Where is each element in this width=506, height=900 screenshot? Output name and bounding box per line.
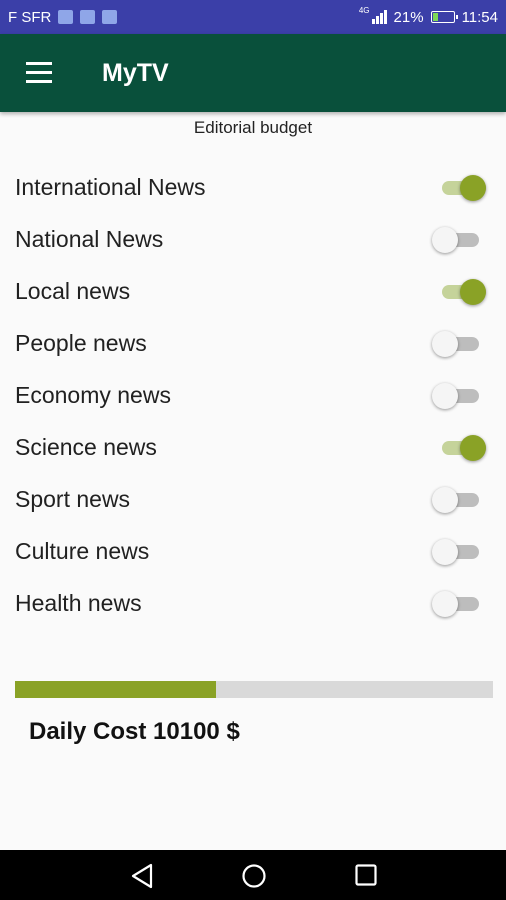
toggle-switch[interactable] <box>432 538 488 566</box>
back-icon[interactable] <box>130 863 154 889</box>
app-title: MyTV <box>102 59 169 87</box>
toggle-label: Health news <box>15 590 142 616</box>
toggle-switch[interactable] <box>432 226 488 254</box>
toggle-switch[interactable] <box>432 278 488 306</box>
toggle-switch[interactable] <box>432 382 488 410</box>
toggle-label: National News <box>15 226 164 252</box>
notification-icon <box>102 10 118 24</box>
battery-icon <box>430 11 458 23</box>
app-bar: MyTV <box>0 34 506 112</box>
toggle-row[interactable]: National News <box>0 214 506 266</box>
hamburger-menu-icon[interactable] <box>26 62 54 84</box>
toggle-label: Culture news <box>15 538 150 564</box>
toggle-switch[interactable] <box>432 486 488 514</box>
toggle-row[interactable]: Science news <box>0 422 506 474</box>
toggle-row[interactable]: Health news <box>0 578 506 630</box>
navigation-bar <box>0 850 506 900</box>
notification-icon <box>58 10 74 24</box>
toggle-label: Local news <box>15 278 131 304</box>
toggle-switch[interactable] <box>432 330 488 358</box>
toggle-row[interactable]: International News <box>0 162 506 214</box>
toggle-label: Science news <box>15 434 157 460</box>
toggle-row[interactable]: Sport news <box>0 474 506 526</box>
status-bar: F SFR 4G 21% 11:54 <box>0 0 506 34</box>
recent-apps-icon[interactable] <box>354 863 378 887</box>
battery-percent: 21% <box>393 8 424 26</box>
toggle-row[interactable]: People news <box>0 318 506 370</box>
toggle-label: Economy news <box>15 382 171 408</box>
toggle-row[interactable]: Local news <box>0 266 506 318</box>
toggle-row[interactable]: Culture news <box>0 526 506 578</box>
toggle-switch[interactable] <box>432 434 488 462</box>
network-type-label: 4G <box>358 6 370 15</box>
notification-icon <box>80 10 96 24</box>
toggle-switch[interactable] <box>432 174 488 202</box>
clock: 11:54 <box>461 8 498 26</box>
budget-progress-bar <box>15 681 493 698</box>
toggle-switch[interactable] <box>432 590 488 618</box>
toggle-label: International News <box>15 174 206 200</box>
toggle-row[interactable]: Economy news <box>0 370 506 422</box>
budget-progress-fill <box>15 681 216 698</box>
home-icon[interactable] <box>241 863 267 889</box>
toggle-label: Sport news <box>15 486 131 512</box>
toggle-label: People news <box>15 330 147 356</box>
daily-cost-label: Daily Cost 10100 $ <box>29 718 240 745</box>
section-title: Editorial budget <box>193 118 313 137</box>
signal-icon <box>371 10 387 24</box>
carrier-label: F SFR <box>8 8 52 26</box>
